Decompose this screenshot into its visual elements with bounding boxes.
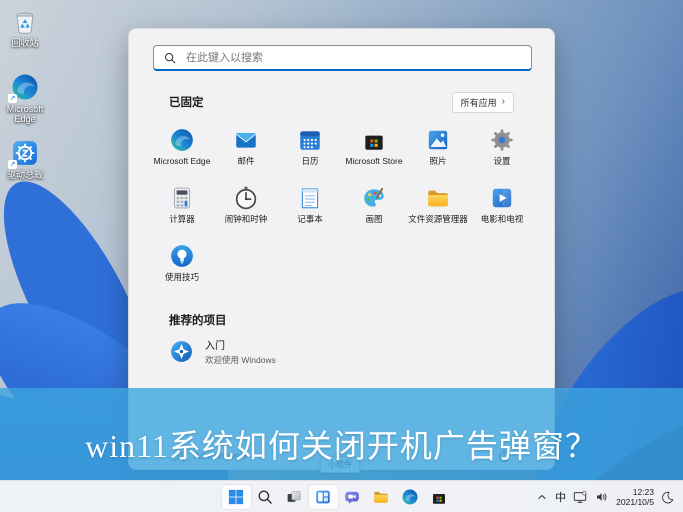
settings-gear-icon <box>489 127 515 153</box>
search-icon <box>163 51 177 65</box>
tray-time: 12:23 <box>632 487 654 497</box>
widgets-icon <box>314 488 332 506</box>
focus-assist-moon-icon[interactable] <box>660 490 675 505</box>
caption-text: win11系统如何关闭开机广告弹窗？ <box>85 428 598 464</box>
photos-icon <box>425 127 451 153</box>
taskbar: 中 12:23 2021/10/5 <box>0 480 683 512</box>
store-button[interactable] <box>425 485 454 509</box>
paint-palette-icon <box>361 185 387 211</box>
shortcut-arrow-icon: ↗ <box>8 160 17 169</box>
search-input[interactable] <box>184 50 522 65</box>
app-label: 电影和电视 <box>480 214 524 224</box>
shortcut-arrow-icon: ↗ <box>8 94 17 103</box>
chat-icon <box>343 488 361 506</box>
ime-indicator[interactable]: 中 <box>555 489 566 505</box>
edge-icon <box>169 127 195 153</box>
app-label: Microsoft Store <box>345 156 403 166</box>
recommended-item-subtitle: 欢迎使用 Windows <box>205 355 276 365</box>
app-label: 邮件 <box>237 156 255 166</box>
app-label: 闹钟和时钟 <box>224 214 268 224</box>
recycle-bin-icon <box>10 6 40 36</box>
pinned-app-grid: Microsoft Edge 邮件 日历 Microsoft Store 照片 … <box>150 123 536 297</box>
folder-icon <box>425 185 451 211</box>
desktop-icon-label: 回收站 <box>11 38 39 48</box>
recommended-item-get-started[interactable]: 入门 欢迎使用 Windows <box>169 337 276 366</box>
pinned-app-photos[interactable]: 照片 <box>406 123 470 181</box>
widgets-button[interactable] <box>308 485 338 509</box>
pinned-app-tips[interactable]: 使用技巧 <box>150 239 214 297</box>
search-icon <box>256 488 274 506</box>
mail-icon <box>233 127 259 153</box>
caption-overlay-banner: win11系统如何关闭开机广告弹窗？ <box>0 388 683 480</box>
network-icon[interactable] <box>572 489 588 505</box>
tray-date: 2021/10/5 <box>616 497 654 507</box>
calculator-icon <box>169 185 195 211</box>
pinned-app-movies-tv[interactable]: 电影和电视 <box>470 181 534 239</box>
taskbar-center-icons <box>221 481 454 512</box>
pinned-app-paint[interactable]: 画图 <box>342 181 406 239</box>
task-view-button[interactable] <box>280 485 309 509</box>
app-label: 使用技巧 <box>164 272 199 282</box>
app-label: 记事本 <box>297 214 323 224</box>
app-label: 画图 <box>365 214 383 224</box>
pinned-app-file-explorer[interactable]: 文件资源管理器 <box>406 181 470 239</box>
app-label: Microsoft Edge <box>153 156 211 166</box>
task-view-icon <box>285 488 303 506</box>
store-icon <box>361 127 387 153</box>
recommended-item-title: 入门 <box>205 341 225 352</box>
all-apps-button[interactable]: 所有应用 › <box>451 91 514 113</box>
recommended-title: 推荐的项目 <box>169 315 227 327</box>
system-tray: 中 12:23 2021/10/5 <box>535 481 675 512</box>
chat-button[interactable] <box>338 485 367 509</box>
desktop-icon-recycle-bin[interactable]: 回收站 <box>0 6 50 48</box>
pinned-app-calculator[interactable]: 计算器 <box>150 181 214 239</box>
start-search-box[interactable] <box>153 45 532 71</box>
volume-icon[interactable] <box>594 489 610 505</box>
app-label: 文件资源管理器 <box>408 214 468 224</box>
edge-button[interactable] <box>396 485 425 509</box>
pinned-app-microsoft-edge[interactable]: Microsoft Edge <box>150 123 214 181</box>
windows-logo-icon <box>227 488 245 506</box>
desktop-icon-microsoft-edge[interactable]: ↗ Microsoft Edge <box>0 72 50 124</box>
pinned-app-alarms-clock[interactable]: 闹钟和时钟 <box>214 181 278 239</box>
tips-lightbulb-icon <box>169 243 195 269</box>
desktop-icon-label: Microsoft Edge <box>6 104 44 124</box>
folder-icon <box>372 488 390 506</box>
chevron-right-icon: › <box>501 96 505 107</box>
pinned-app-microsoft-store[interactable]: Microsoft Store <box>342 123 406 181</box>
windows11-desktop: 回收站 ↗ Microsoft Edge ↗ 驱动总裁 已固定 所有应用 › <box>0 0 683 512</box>
desktop-icon-driver-app[interactable]: ↗ 驱动总裁 <box>0 138 50 180</box>
store-icon <box>430 488 448 506</box>
movies-tv-icon <box>489 185 515 211</box>
desktop-icon-label: 驱动总裁 <box>6 170 43 180</box>
app-label: 照片 <box>429 156 447 166</box>
pinned-app-mail[interactable]: 邮件 <box>214 123 278 181</box>
edge-icon <box>401 488 419 506</box>
calendar-icon <box>297 127 323 153</box>
notepad-icon <box>297 185 323 211</box>
get-started-icon <box>169 339 194 364</box>
pinned-app-notepad[interactable]: 记事本 <box>278 181 342 239</box>
pinned-section-header: 已固定 所有应用 › <box>169 91 514 113</box>
pinned-title: 已固定 <box>169 97 204 109</box>
clock-icon <box>233 185 259 211</box>
app-label: 设置 <box>493 156 511 166</box>
file-explorer-button[interactable] <box>367 485 396 509</box>
start-button[interactable] <box>221 485 251 509</box>
taskbar-clock[interactable]: 12:23 2021/10/5 <box>616 487 654 507</box>
recommended-section-header: 推荐的项目 <box>169 311 227 329</box>
all-apps-label: 所有应用 <box>460 97 497 108</box>
pinned-app-calendar[interactable]: 日历 <box>278 123 342 181</box>
app-label: 计算器 <box>169 214 195 224</box>
hidden-icons-chevron-icon[interactable] <box>535 490 549 504</box>
pinned-app-settings[interactable]: 设置 <box>470 123 534 181</box>
app-label: 日历 <box>301 156 319 166</box>
taskbar-search-button[interactable] <box>251 485 280 509</box>
